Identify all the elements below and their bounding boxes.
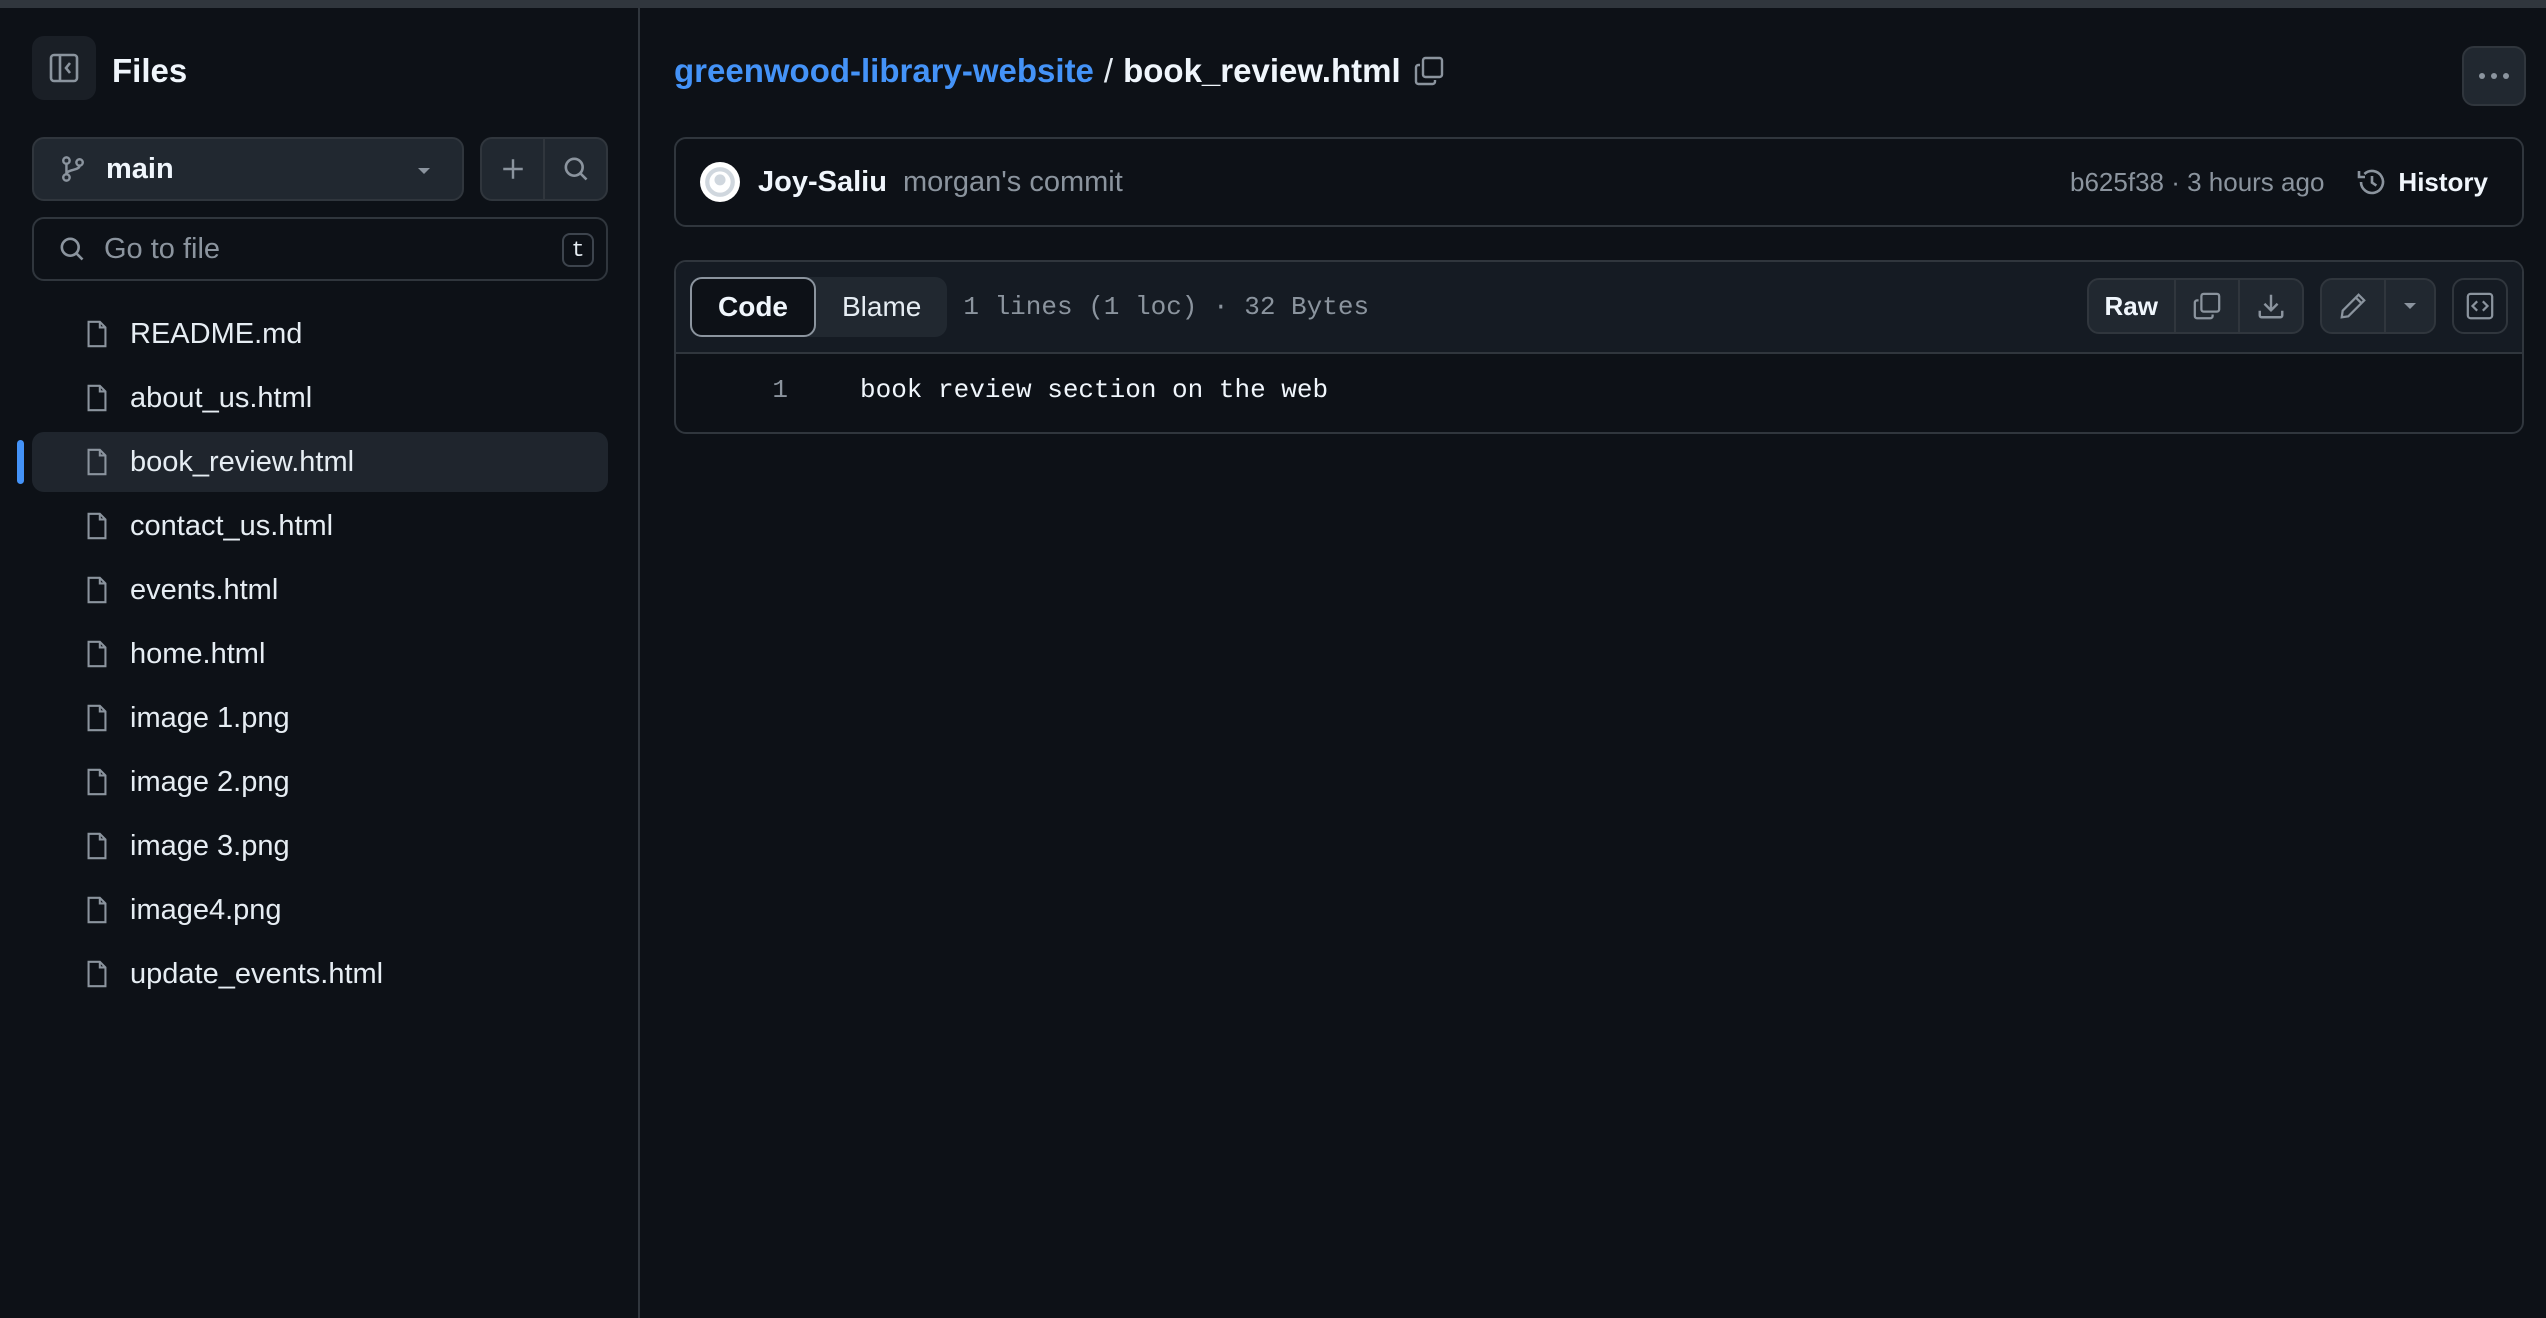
copy-icon	[1414, 56, 1443, 86]
edit-options-button[interactable]	[2386, 280, 2434, 332]
sidebar-collapse-icon	[49, 53, 79, 83]
commit-meta: b625f38 · 3 hours ago History	[2070, 139, 2488, 225]
file-tree-item[interactable]: events.html	[32, 560, 608, 620]
breadcrumb: greenwood-library-website / book_review.…	[674, 52, 1445, 90]
edit-button[interactable]	[2322, 280, 2386, 332]
file-tree-sidebar: Files main Go to file t README.md about_u…	[0, 8, 640, 1318]
file-tree-item[interactable]: image4.png	[32, 880, 608, 940]
tab-code[interactable]: Code	[690, 277, 816, 337]
download-icon	[2258, 294, 2284, 319]
file-tree-item-label: about_us.html	[130, 381, 313, 414]
file-tree-item-label: image 3.png	[130, 829, 290, 862]
go-to-file-input[interactable]: Go to file t	[32, 217, 608, 281]
raw-button[interactable]: Raw	[2089, 280, 2176, 332]
file-actions: Raw	[2071, 278, 2508, 334]
file-icon	[82, 383, 112, 413]
file-tree-item-label: README.md	[130, 317, 303, 350]
file-tree-item[interactable]: about_us.html	[32, 368, 608, 428]
file-icon	[82, 447, 112, 477]
kebab-horizontal-icon	[2479, 73, 2509, 79]
branch-name: main	[106, 152, 174, 185]
file-tree-item-label: image4.png	[130, 893, 282, 926]
file-icon	[82, 831, 112, 861]
file-tree: README.md about_us.html book_review.htmlco…	[17, 304, 608, 1008]
commit-sha-time[interactable]: b625f38 · 3 hours ago	[2070, 167, 2324, 198]
download-button[interactable]	[2240, 280, 2302, 332]
collapse-sidebar-button[interactable]	[32, 36, 96, 100]
copy-path-button[interactable]	[1413, 55, 1445, 87]
sidebar-title: Files	[112, 52, 188, 89]
file-icon	[82, 575, 112, 605]
copy-raw-button[interactable]	[2176, 280, 2240, 332]
go-to-file-placeholder: Go to file	[104, 232, 221, 265]
file-icon	[82, 959, 112, 989]
tree-actions	[480, 137, 608, 201]
history-label: History	[2398, 166, 2488, 197]
plus-icon	[502, 159, 523, 179]
view-mode-switch: Code Blame	[690, 277, 948, 337]
file-tree-item[interactable]: home.html	[32, 624, 608, 684]
history-icon	[2358, 169, 2385, 195]
history-button[interactable]: History	[2356, 166, 2488, 198]
file-tree-item-label: image 1.png	[130, 701, 290, 734]
copy-icon	[2193, 292, 2221, 320]
file-view-main: greenwood-library-website / book_review.…	[674, 8, 2526, 1308]
breadcrumb-separator: /	[1103, 52, 1114, 89]
file-tree-item-label: image 2.png	[130, 765, 290, 798]
pencil-icon	[2340, 293, 2366, 319]
chevron-down-icon	[418, 168, 430, 174]
breadcrumb-file: book_review.html	[1123, 52, 1401, 89]
git-branch-icon	[62, 156, 84, 182]
file-icon	[82, 895, 112, 925]
symbols-panel-button[interactable]	[2452, 278, 2508, 334]
file-tree-item[interactable]: contact_us.html	[32, 496, 608, 556]
file-tree-item-label: home.html	[130, 637, 266, 670]
file-icon	[82, 639, 112, 669]
chevron-down-icon	[2404, 303, 2416, 309]
file-icon	[82, 767, 112, 797]
commit-author[interactable]: Joy-Saliu	[758, 166, 887, 199]
window-top-border	[0, 0, 2546, 8]
file-content-box: Code Blame 1 lines (1 loc) · 32 Bytes Ra…	[674, 260, 2524, 434]
code-body: 1 book review section on the web	[676, 354, 2522, 426]
file-tree-item[interactable]: update_events.html	[32, 944, 608, 1004]
file-meta: 1 lines (1 loc) · 32 Bytes	[963, 292, 1370, 322]
search-icon	[60, 237, 84, 261]
file-tree-item[interactable]: image 3.png	[32, 816, 608, 876]
file-tree-item-label: contact_us.html	[130, 509, 334, 542]
file-tree-item[interactable]: image 1.png	[32, 688, 608, 748]
file-tree-item[interactable]: book_review.html	[17, 432, 608, 492]
commit-message[interactable]: morgan's commit	[903, 166, 1123, 199]
file-tree-item[interactable]: README.md	[32, 304, 608, 364]
github-avatar-icon	[705, 167, 735, 197]
file-toolbar: Code Blame 1 lines (1 loc) · 32 Bytes Ra…	[676, 262, 2522, 354]
search-icon	[564, 157, 587, 181]
edit-group	[2320, 278, 2436, 334]
file-tree-item-label: events.html	[130, 573, 279, 606]
more-options-button[interactable]	[2462, 46, 2526, 106]
tab-blame[interactable]: Blame	[816, 277, 947, 337]
breadcrumb-repo-link[interactable]: greenwood-library-website	[674, 52, 1094, 90]
file-icon	[82, 511, 112, 541]
file-tree-item[interactable]: image 2.png	[32, 752, 608, 812]
branch-selector[interactable]: main	[32, 137, 464, 201]
file-tree-item-label: update_events.html	[130, 957, 384, 990]
search-files-button[interactable]	[545, 139, 606, 199]
line-text: book review section on the web	[860, 375, 1329, 405]
file-icon	[82, 703, 112, 733]
avatar[interactable]	[700, 162, 740, 202]
file-icon	[82, 319, 112, 349]
code-line: 1 book review section on the web	[676, 354, 2522, 426]
code-square-icon	[2466, 292, 2494, 320]
latest-commit-box: Joy-Saliu morgan's commit b625f38 · 3 ho…	[674, 137, 2524, 227]
shortcut-key: t	[562, 233, 594, 267]
line-number[interactable]: 1	[676, 375, 788, 405]
raw-label: Raw	[2104, 290, 2158, 321]
add-file-button[interactable]	[482, 139, 545, 199]
raw-copy-download-group: Raw	[2086, 278, 2304, 334]
file-tree-item-label: book_review.html	[130, 445, 355, 478]
